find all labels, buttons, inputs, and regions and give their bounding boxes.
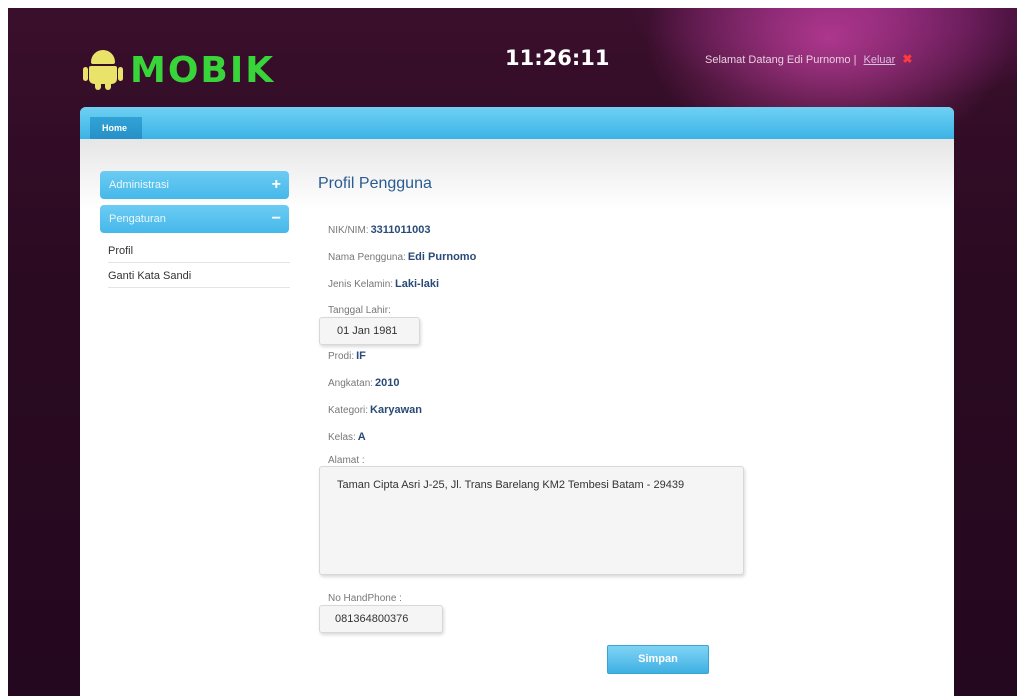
- sidebar-item-ganti-kata-sandi[interactable]: Ganti Kata Sandi: [108, 270, 290, 288]
- address-textarea[interactable]: Taman Cipta Asri J-25, Jl. Trans Barelan…: [319, 466, 744, 575]
- field-alamat-label: Alamat :: [328, 455, 365, 466]
- minus-icon: −: [271, 210, 281, 227]
- plus-icon: +: [271, 176, 281, 193]
- sidebar-section-pengaturan[interactable]: Pengaturan −: [100, 205, 289, 233]
- field-prodi: Prodi: IF: [328, 350, 366, 362]
- field-kategori: Kategori: Karyawan: [328, 404, 423, 416]
- kategori-value: Karyawan: [370, 404, 423, 416]
- phone-field[interactable]: 081364800376: [319, 605, 443, 633]
- prodi-value: IF: [356, 350, 366, 362]
- sidebar-section-label: Pengaturan: [109, 213, 166, 225]
- sidebar-section-administrasi[interactable]: Administrasi +: [100, 171, 289, 199]
- clock: 11:26:11: [505, 46, 610, 70]
- logo-text: MOBIK: [130, 49, 276, 91]
- field-nama: Nama Pengguna: Edi Purnomo: [328, 251, 477, 263]
- close-icon[interactable]: ✖: [902, 53, 912, 65]
- kelas-value: A: [357, 431, 366, 443]
- android-icon: [83, 50, 123, 90]
- user-greeting: Selamat Datang Edi Purnomo | Keluar ✖: [705, 53, 912, 66]
- logout-link[interactable]: Keluar: [864, 54, 896, 66]
- sidebar-section-label: Administrasi: [109, 179, 169, 191]
- jenis-kelamin-value: Laki-laki: [395, 278, 440, 290]
- greeting-text: Selamat Datang Edi Purnomo |: [705, 54, 857, 66]
- field-kelas: Kelas: A: [328, 431, 366, 443]
- app-logo[interactable]: MOBIK: [83, 48, 276, 92]
- page-title: Profil Pengguna: [318, 175, 432, 192]
- field-nik: NIK/NIM: 3311011003: [328, 224, 431, 236]
- tab-home[interactable]: Home: [90, 117, 142, 139]
- save-button[interactable]: Simpan: [607, 645, 709, 674]
- navbar: [80, 107, 954, 139]
- field-angkatan: Angkatan: 2010: [328, 377, 400, 389]
- birthdate-field[interactable]: 01 Jan 1981: [319, 317, 420, 345]
- field-jenis-kelamin: Jenis Kelamin: Laki-laki: [328, 278, 440, 290]
- sidebar-item-profil[interactable]: Profil: [108, 245, 290, 263]
- nama-value: Edi Purnomo: [407, 251, 477, 263]
- angkatan-value: 2010: [375, 377, 400, 389]
- field-tanggal-lahir-label: Tanggal Lahir:: [328, 305, 391, 316]
- nik-value: 3311011003: [370, 224, 431, 236]
- field-hp-label: No HandPhone :: [328, 593, 402, 604]
